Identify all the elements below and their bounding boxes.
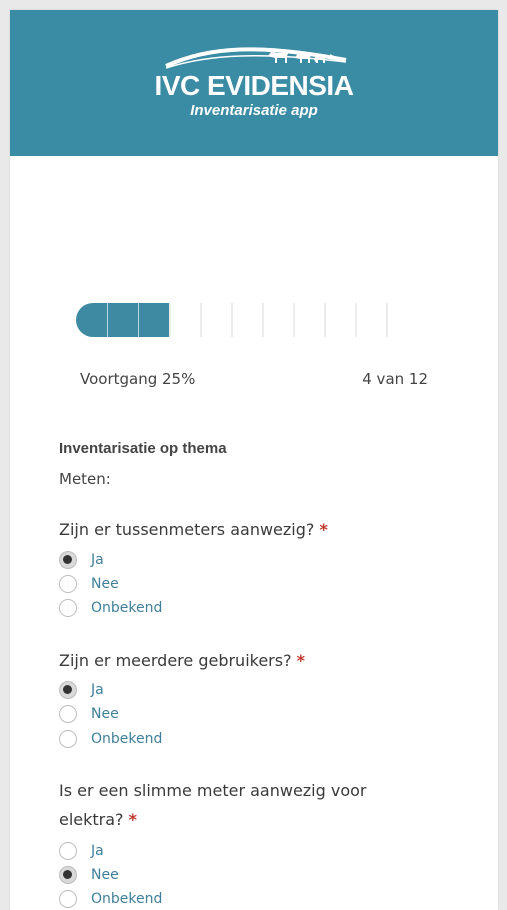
radio-option-nee[interactable]: Nee (59, 573, 119, 595)
option-label[interactable]: Nee (91, 576, 119, 592)
required-marker: * (128, 810, 138, 829)
brand-title: IVC EVIDENSIA (154, 70, 354, 101)
radio-option-onbekend[interactable]: Onbekend (59, 888, 162, 910)
radio-button-checked[interactable] (59, 866, 77, 884)
option-label[interactable]: Ja (91, 552, 104, 568)
progress-segment-empty (324, 303, 355, 337)
radio-option-onbekend[interactable]: Onbekend (59, 728, 162, 750)
option-label[interactable]: Nee (91, 706, 119, 722)
radio-button-checked[interactable] (59, 551, 77, 569)
radio-button[interactable] (59, 599, 77, 617)
radio-option-ja[interactable]: Ja (59, 549, 104, 571)
question-text-line1: Is er een slimme meter aanwezig voor (59, 781, 367, 800)
question-slimme-meter: Is er een slimme meter aanwezig voor ele… (59, 776, 459, 834)
required-marker: * (296, 651, 306, 670)
option-label[interactable]: Onbekend (91, 891, 162, 907)
progress-bar (76, 303, 426, 337)
radio-button[interactable] (59, 842, 77, 860)
section-subtitle: Meten: (59, 470, 111, 488)
progress-segment-empty (386, 303, 417, 337)
radio-button-checked[interactable] (59, 681, 77, 699)
radio-option-nee[interactable]: Nee (59, 864, 119, 886)
option-label[interactable]: Onbekend (91, 731, 162, 747)
radio-button[interactable] (59, 890, 77, 908)
progress-segment-filled (107, 303, 139, 337)
radio-button[interactable] (59, 575, 77, 593)
progress-segment-empty (293, 303, 324, 337)
radio-button[interactable] (59, 705, 77, 723)
option-label[interactable]: Ja (91, 682, 104, 698)
progress-segment-empty (200, 303, 231, 337)
question-text: Zijn er tussenmeters aanwezig? (59, 520, 315, 539)
progress-segment-filled (138, 303, 170, 337)
progress-label: Voortgang 25% (80, 370, 196, 388)
app-header: IVC EVIDENSIA Inventarisatie app (10, 10, 498, 156)
option-label[interactable]: Nee (91, 867, 119, 883)
option-label[interactable]: Onbekend (91, 600, 162, 616)
question-text-line2: elektra? (59, 810, 124, 829)
brand-subtitle: Inventarisatie app (190, 102, 318, 119)
required-marker: * (319, 520, 328, 539)
radio-option-ja[interactable]: Ja (59, 679, 104, 701)
question-meerdere-gebruikers: Zijn er meerdere gebruikers? * (59, 646, 459, 675)
section-title: Inventarisatie op thema (59, 440, 227, 457)
app-card: IVC EVIDENSIA Inventarisatie app Voortga… (10, 10, 498, 910)
progress-segment-empty (262, 303, 293, 337)
radio-option-nee[interactable]: Nee (59, 703, 119, 725)
question-tussenmeters: Zijn er tussenmeters aanwezig? * (59, 515, 459, 544)
radio-button[interactable] (59, 730, 77, 748)
progress-segment-filled (76, 303, 107, 337)
progress-segment-empty (355, 303, 386, 337)
progress-segment-empty (169, 303, 200, 337)
radio-option-onbekend[interactable]: Onbekend (59, 597, 162, 619)
progress-segment-empty (231, 303, 262, 337)
progress-step-count: 4 van 12 (362, 370, 428, 388)
question-text: Zijn er meerdere gebruikers? (59, 651, 292, 670)
option-label[interactable]: Ja (91, 843, 104, 859)
radio-option-ja[interactable]: Ja (59, 840, 104, 862)
